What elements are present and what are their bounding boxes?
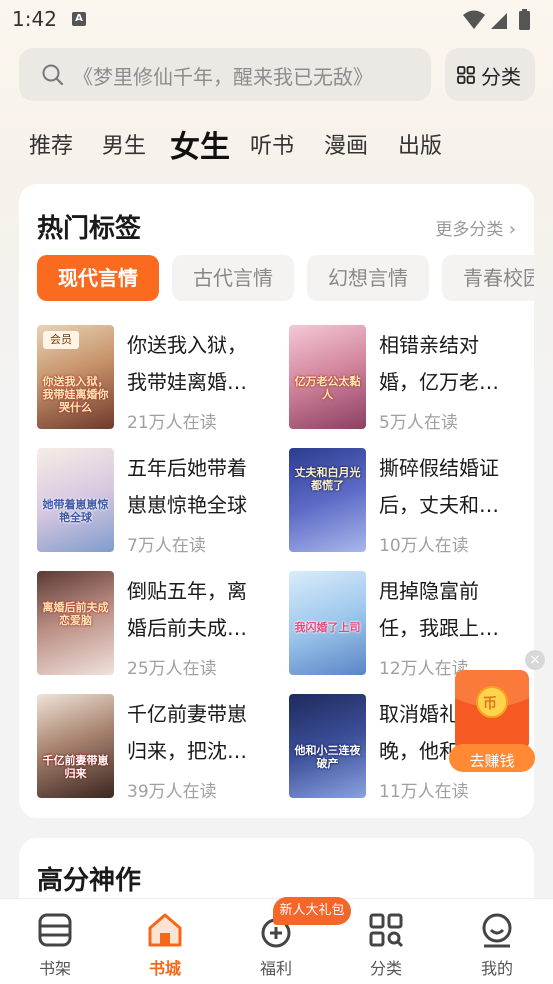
tag-ancient-romance[interactable]: 古代言情 <box>172 255 294 301</box>
book-cover: 亿万老公太黏人 <box>289 325 366 429</box>
chevron-right-icon: › <box>508 219 516 240</box>
profile-icon <box>482 913 512 948</box>
status-bar: 1:42 A <box>0 0 553 40</box>
section-title: 高分神作 <box>37 866 142 896</box>
cover-title: 亿万老公太黏人 <box>294 375 361 401</box>
nav-bookstore[interactable]: 书城 <box>110 899 220 984</box>
book-cover: 会员 你送我入狱，我带娃离婚你哭什么 <box>37 325 114 429</box>
cover-title: 丈夫和白月光都慌了 <box>294 466 361 492</box>
wifi-icon <box>463 10 485 29</box>
tag-row: 现代言情 古代言情 幻想言情 青春校园 <box>37 255 534 301</box>
coin-icon: 币 <box>483 696 497 712</box>
vip-badge: 会员 <box>43 331 79 349</box>
category-button[interactable]: 分类 <box>445 48 535 101</box>
book-item[interactable]: 亿万老公太黏人 相错亲结对 婚，亿万老… 5万人在读 <box>289 325 529 435</box>
cover-title: 千亿前妻带崽归来 <box>42 754 109 780</box>
cover-title: 我闪婚了上司 <box>294 621 361 634</box>
status-icons <box>463 9 530 30</box>
cover-title: 你送我入狱，我带娃离婚你哭什么 <box>42 375 109 414</box>
nav-mine[interactable]: 我的 <box>442 899 552 984</box>
reader-count: 25万人在读 <box>127 659 217 679</box>
tab-male[interactable]: 男生 <box>102 128 146 160</box>
home-icon <box>148 913 182 947</box>
tag-youth-campus[interactable]: 青春校园 <box>442 255 534 301</box>
status-time: 1:42 <box>12 7 57 31</box>
more-categories-label: 更多分类 <box>435 220 504 240</box>
book-item[interactable]: 离婚后前夫成恋爱脑 倒贴五年，离 婚后前夫成… 25万人在读 <box>37 571 277 681</box>
tab-audiobook[interactable]: 听书 <box>250 128 294 160</box>
battery-icon <box>519 11 530 30</box>
nav-label: 书架 <box>38 959 71 978</box>
reader-count: 11万人在读 <box>379 782 469 802</box>
tab-female[interactable]: 女生 <box>170 122 230 166</box>
book-cover: 她带着崽崽惊艳全球 <box>37 448 114 552</box>
book-item[interactable]: 丈夫和白月光都慌了 撕碎假结婚证 后，丈夫和… 10万人在读 <box>289 448 529 558</box>
reader-count: 7万人在读 <box>127 536 206 556</box>
book-cover: 丈夫和白月光都慌了 <box>289 448 366 552</box>
notification-icon: A <box>72 12 86 26</box>
tab-recommend[interactable]: 推荐 <box>29 128 73 160</box>
cover-title: 离婚后前夫成恋爱脑 <box>42 601 109 627</box>
book-item[interactable]: 会员 你送我入狱，我带娃离婚你哭什么 你送我入狱， 我带娃离婚… 21万人在读 <box>37 325 277 435</box>
book-title: 五年后她带着 崽崽惊艳全球 <box>127 456 247 517</box>
book-item[interactable]: 千亿前妻带崽归来 千亿前妻带崽 归来，把沈… 39万人在读 <box>37 694 277 804</box>
book-title: 倒贴五年，离 婚后前夫成… <box>127 579 247 640</box>
book-title: 相错亲结对 婚，亿万老… <box>379 333 499 394</box>
nav-label: 我的 <box>480 959 513 978</box>
tab-publish[interactable]: 出版 <box>398 128 442 160</box>
book-item[interactable]: 她带着崽崽惊艳全球 五年后她带着 崽崽惊艳全球 7万人在读 <box>37 448 277 558</box>
search-input[interactable]: 《梦里修仙千年，醒来我已无敌》 <box>19 48 431 101</box>
book-cover: 离婚后前夫成恋爱脑 <box>37 571 114 675</box>
bookshelf-icon <box>38 913 72 947</box>
section-title: 热门标签 <box>37 214 142 244</box>
book-title: 甩掉隐富前 任，我跟上… <box>379 579 499 640</box>
nav-label: 分类 <box>369 959 402 978</box>
search-placeholder: 《梦里修仙千年，醒来我已无敌》 <box>73 65 373 89</box>
cover-title: 他和小三连夜破产 <box>294 744 361 770</box>
nav-label: 福利 <box>259 959 292 978</box>
cover-title: 她带着崽崽惊艳全球 <box>42 498 109 524</box>
book-cover: 我闪婚了上司 <box>289 571 366 675</box>
book-item[interactable]: 我闪婚了上司 甩掉隐富前 任，我跟上… 12万人在读 <box>289 571 529 681</box>
nav-label: 书城 <box>148 959 181 978</box>
close-icon[interactable]: × <box>525 650 545 670</box>
reader-count: 21万人在读 <box>127 413 217 433</box>
book-title: 千亿前妻带崽 归来，把沈… <box>127 702 247 763</box>
earn-money-widget[interactable]: 币 去赚钱 <box>449 668 535 774</box>
search-icon <box>42 64 64 86</box>
grid-icon <box>457 66 475 84</box>
reader-count: 39万人在读 <box>127 782 217 802</box>
book-title: 撕碎假结婚证 后，丈夫和… <box>379 456 499 517</box>
channel-tabs: 推荐 男生 女生 听书 漫画 出版 <box>0 120 553 170</box>
book-cover: 他和小三连夜破产 <box>289 694 366 798</box>
book-title: 你送我入狱， 我带娃离婚… <box>127 333 247 394</box>
tag-modern-romance[interactable]: 现代言情 <box>37 255 159 301</box>
more-categories-link[interactable]: 更多分类 › <box>435 215 516 240</box>
category-button-label: 分类 <box>481 65 521 89</box>
earn-money-label: 去赚钱 <box>469 752 515 770</box>
signal-icon <box>491 13 507 29</box>
tag-fantasy-romance[interactable]: 幻想言情 <box>307 255 429 301</box>
book-cover: 千亿前妻带崽归来 <box>37 694 114 798</box>
reader-count: 10万人在读 <box>379 536 469 556</box>
tab-comics[interactable]: 漫画 <box>324 128 368 160</box>
reader-count: 5万人在读 <box>379 413 458 433</box>
nav-bookshelf[interactable]: 书架 <box>0 899 110 984</box>
category-grid-icon <box>369 913 404 948</box>
new-user-gift-badge[interactable]: 新人大礼包 <box>273 897 351 925</box>
